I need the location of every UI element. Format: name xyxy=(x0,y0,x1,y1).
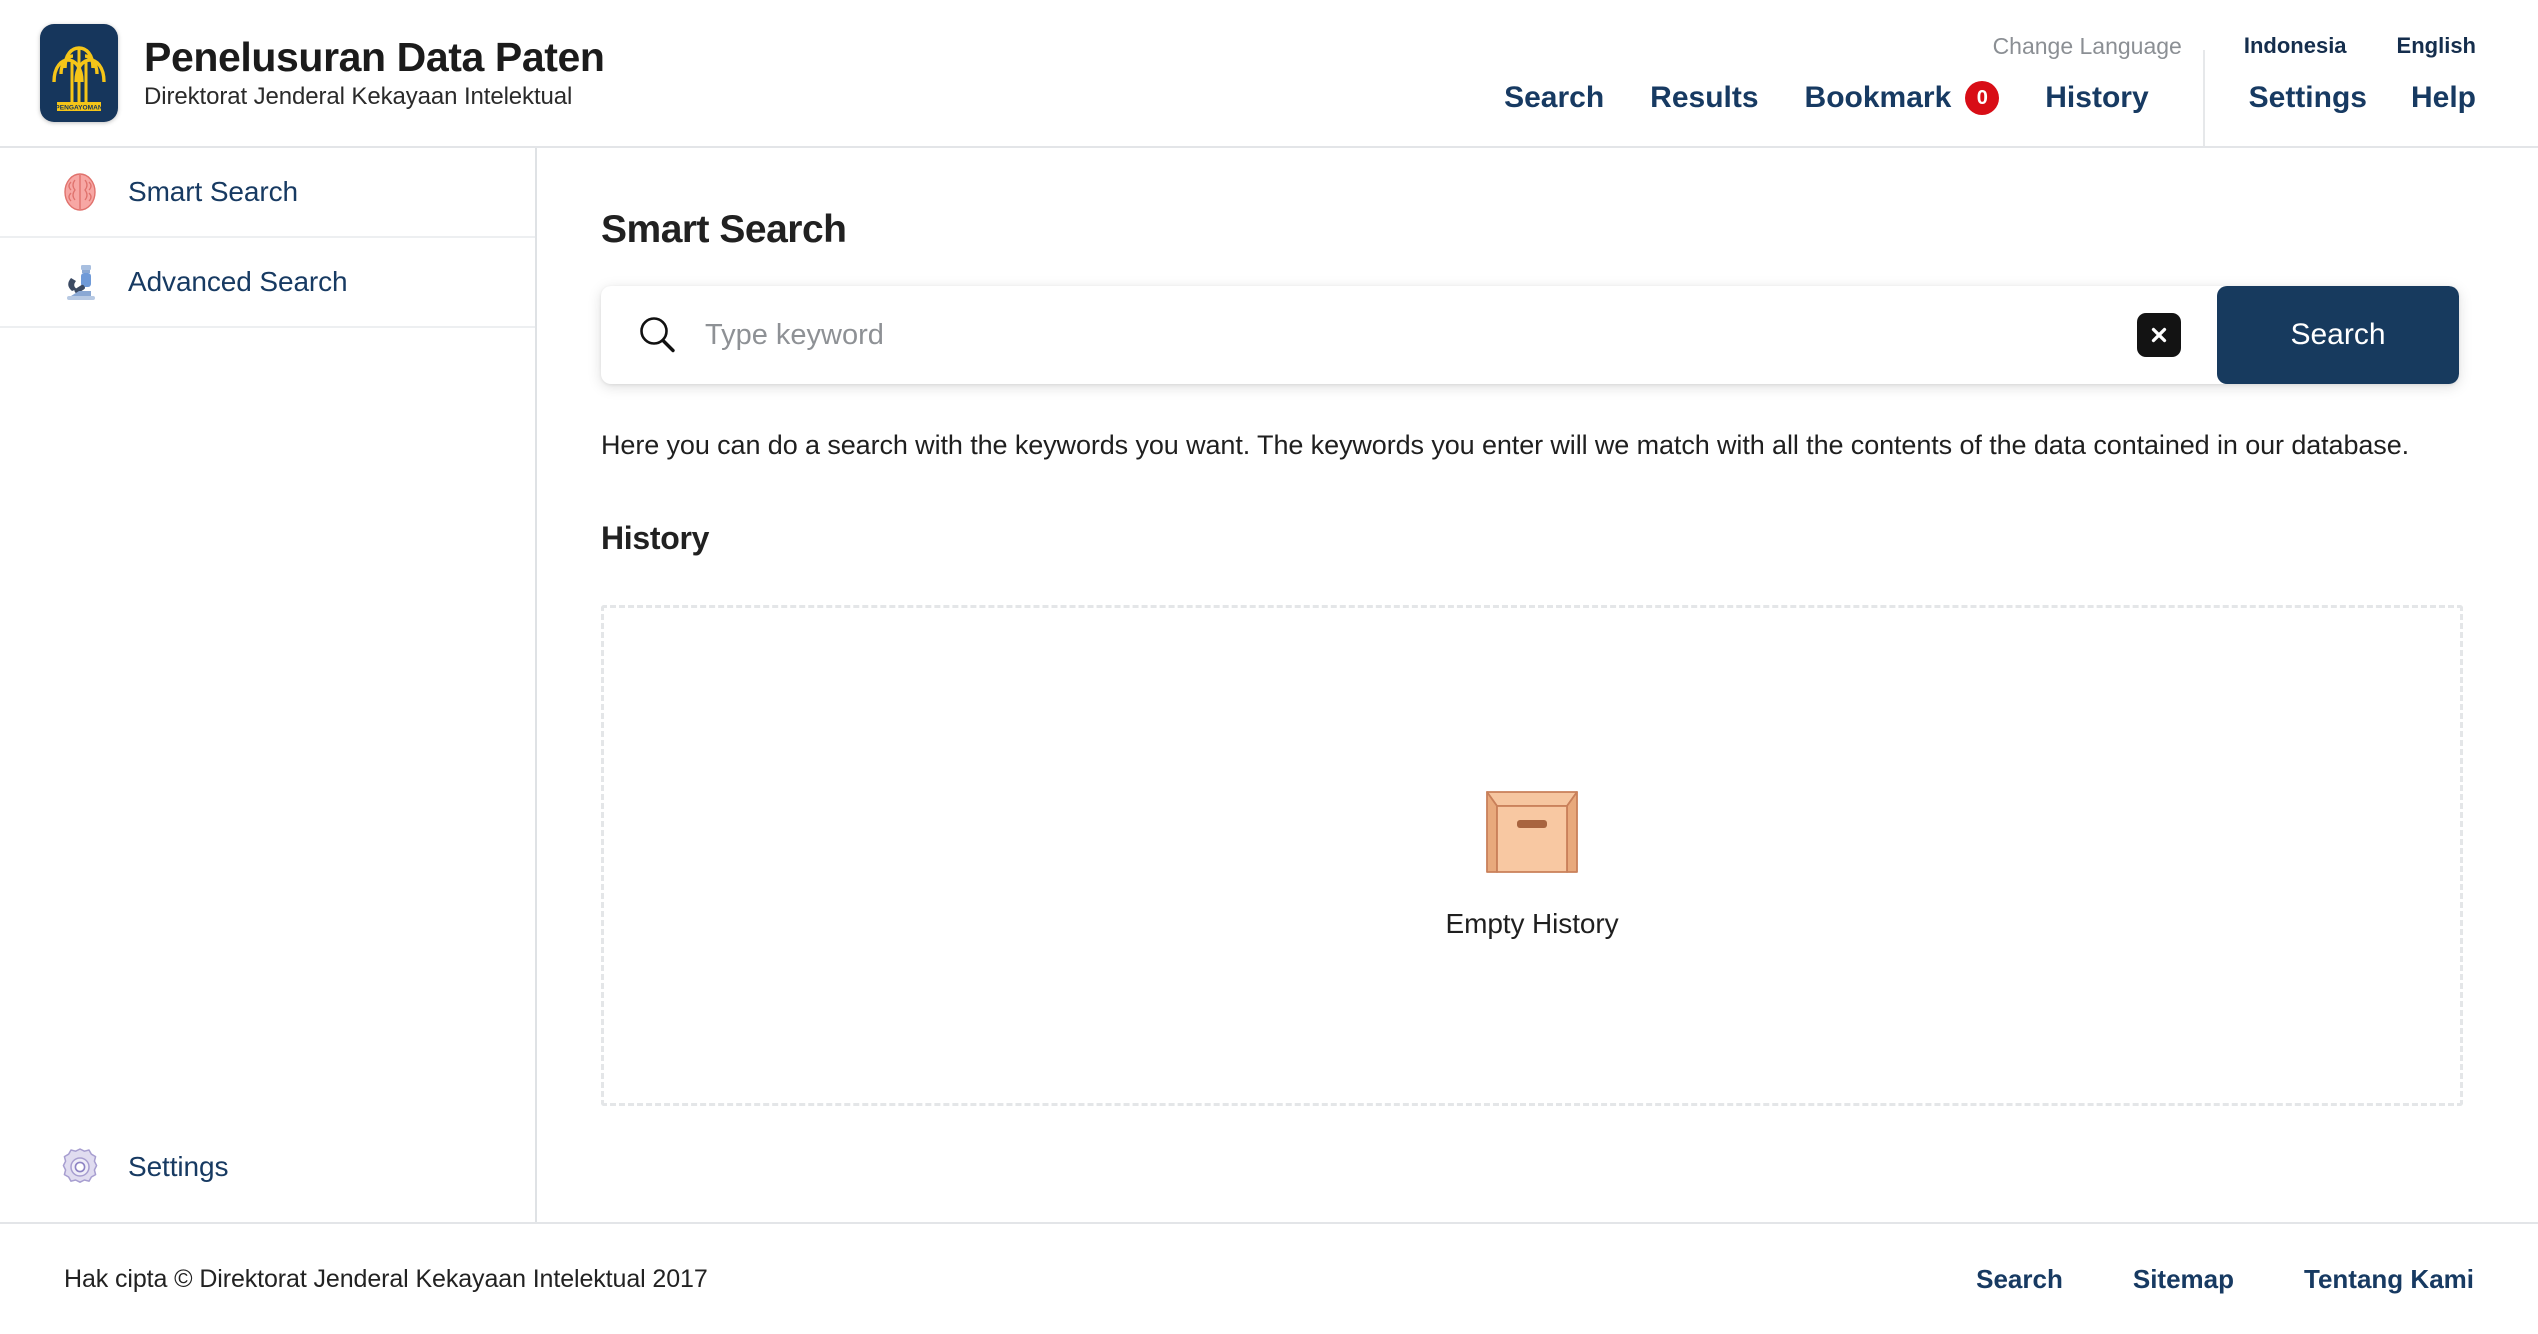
copyright-text: Hak cipta © Direktorat Jenderal Kekayaan… xyxy=(64,1264,708,1293)
history-empty-state: Empty History xyxy=(601,605,2463,1107)
magnifier-icon xyxy=(640,317,675,353)
main-nav: Search Results Bookmark 0 History Settin… xyxy=(1504,50,2476,146)
footer-link-tentang-kami[interactable]: Tentang Kami xyxy=(2304,1264,2474,1295)
language-option-indonesia[interactable]: Indonesia xyxy=(2244,33,2347,59)
nav-divider xyxy=(2202,50,2205,146)
sidebar-item-advanced-search[interactable]: Advanced Search xyxy=(0,238,535,328)
sidebar-item-smart-search[interactable]: Smart Search xyxy=(0,148,535,238)
main-content: Smart Search Search Here you can do a se… xyxy=(537,148,2538,1222)
nav-settings[interactable]: Settings xyxy=(2249,81,2367,115)
history-section-title: History xyxy=(601,520,710,557)
pengayoman-tree-logo-icon: PENGAYOMAN xyxy=(40,24,118,122)
sidebar-item-label: Settings xyxy=(128,1151,229,1182)
app-root: PENGAYOMAN Penelusuran Data Paten Direkt… xyxy=(0,0,2538,1334)
nav-help[interactable]: Help xyxy=(2411,81,2476,115)
bookmark-count-badge: 0 xyxy=(1965,81,2000,115)
page-title: Penelusuran Data Paten xyxy=(144,33,605,80)
header-right: Change Language Indonesia English Search… xyxy=(1504,22,2476,146)
footer-link-sitemap[interactable]: Sitemap xyxy=(2133,1264,2234,1295)
app-header: PENGAYOMAN Penelusuran Data Paten Direkt… xyxy=(0,0,2538,148)
nav-results[interactable]: Results xyxy=(1650,81,1758,115)
brand: PENGAYOMAN Penelusuran Data Paten Direkt… xyxy=(40,24,605,122)
empty-box-icon xyxy=(1486,790,1578,873)
sidebar-item-label: Advanced Search xyxy=(128,266,348,297)
microscope-icon xyxy=(67,265,95,300)
brain-icon xyxy=(64,173,96,211)
footer-link-search[interactable]: Search xyxy=(1976,1264,2063,1295)
sidebar-item-settings[interactable]: Settings xyxy=(0,1126,535,1222)
search-bar: Search xyxy=(601,286,2459,384)
sidebar: Smart Search Advanced Search Settings xyxy=(0,148,537,1222)
svg-text:PENGAYOMAN: PENGAYOMAN xyxy=(55,105,103,112)
clear-search-button[interactable] xyxy=(2137,313,2181,357)
nav-bookmark[interactable]: Bookmark 0 xyxy=(1805,81,2000,115)
change-language-label: Change Language xyxy=(1992,32,2182,59)
search-input[interactable] xyxy=(705,286,2137,384)
body-area: Smart Search Advanced Search Settings Sm… xyxy=(0,148,2538,1222)
language-switcher: Change Language Indonesia English xyxy=(1993,26,2476,66)
nav-search[interactable]: Search xyxy=(1504,81,1604,115)
brand-subtitle: Direktorat Jenderal Kekayaan Intelektual xyxy=(144,82,573,110)
nav-history[interactable]: History xyxy=(2045,81,2148,115)
sidebar-item-label: Smart Search xyxy=(128,176,298,207)
language-option-english[interactable]: English xyxy=(2397,33,2476,59)
footer-links: Search Sitemap Tentang Kami xyxy=(1976,1264,2474,1295)
app-footer: Hak cipta © Direktorat Jenderal Kekayaan… xyxy=(0,1222,2538,1334)
gear-icon xyxy=(62,1148,98,1183)
search-description: Here you can do a search with the keywor… xyxy=(601,430,2410,460)
main-page-title: Smart Search xyxy=(601,208,847,251)
nav-group-right: Settings Help xyxy=(2249,81,2476,115)
close-x-icon xyxy=(2151,327,2167,343)
empty-state-label: Empty History xyxy=(1445,907,1619,939)
nav-bookmark-label: Bookmark xyxy=(1804,81,1952,114)
search-submit-button[interactable]: Search xyxy=(2217,286,2459,384)
brand-text: Penelusuran Data Paten Direktorat Jender… xyxy=(144,33,605,110)
